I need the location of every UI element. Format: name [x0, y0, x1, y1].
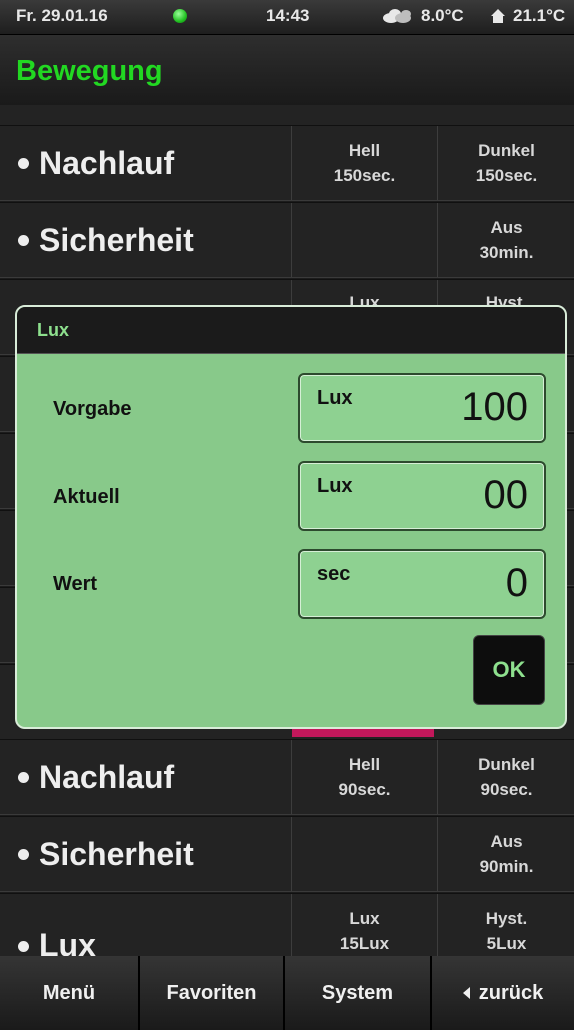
dialog-header: Lux	[17, 307, 565, 354]
list-item-label: Sicherheit	[0, 817, 290, 891]
row-title: Nachlauf	[39, 144, 175, 181]
cell-value: 90sec.	[480, 780, 533, 799]
cell-caption: Dunkel	[478, 141, 535, 160]
nav-label: zurück	[478, 981, 544, 1004]
value-cell-hell[interactable]: Hell 150sec.	[291, 126, 437, 200]
bullet-icon	[18, 234, 29, 246]
cloudy-weather-icon	[383, 9, 411, 23]
cell-caption: Hyst.	[485, 909, 528, 928]
list-item-sicherheit[interactable]: Sicherheit Aus 30min.	[0, 202, 574, 278]
value-cell-empty	[291, 203, 437, 277]
value-cell-aus[interactable]: Aus 30min.	[437, 203, 574, 277]
bullet-icon	[18, 771, 29, 783]
cell-caption: Lux	[349, 909, 380, 928]
list-item-nachlauf[interactable]: Nachlauf Hell 90sec. Dunkel 90sec.	[0, 739, 574, 815]
cell-value: 15Lux	[339, 934, 390, 953]
field-value: 0	[505, 561, 528, 605]
outdoor-temperature: 8.0°C	[381, 6, 464, 26]
wert-label: Wert	[53, 573, 98, 595]
list-item-label: Nachlauf	[0, 126, 290, 200]
list-item-label: Sicherheit	[0, 203, 290, 277]
cell-value: 5Lux	[486, 934, 527, 953]
title-bar: Bewegung	[0, 35, 574, 106]
nav-label: System	[321, 981, 394, 1004]
list-item-nachlauf[interactable]: Nachlauf Hell 150sec. Dunkel 150sec.	[0, 125, 574, 201]
value-cell-hell[interactable]: Hell 90sec.	[291, 740, 437, 814]
list-item-label: Nachlauf	[0, 740, 290, 814]
cell-value: 150sec.	[475, 166, 538, 185]
cell-caption: Aus	[490, 832, 523, 851]
dialog-title: Lux	[37, 320, 70, 340]
value-cell-dunkel[interactable]: Dunkel 90sec.	[437, 740, 574, 814]
nav-menu-button[interactable]: Menü	[0, 956, 140, 1030]
bullet-icon	[18, 848, 29, 860]
bullet-icon	[18, 941, 29, 952]
page-title: Bewegung	[16, 55, 163, 87]
bottom-nav: Menü Favoriten System zurück	[0, 956, 574, 1030]
cell-caption: Hell	[348, 755, 381, 774]
ok-button[interactable]: OK	[473, 635, 545, 705]
cell-value: 90min.	[479, 857, 534, 876]
cell-caption: Aus	[490, 218, 523, 237]
connection-status-dot-icon	[173, 9, 187, 23]
lux-dialog: Lux Vorgabe Lux 100 Aktuell Lux 00 Wert …	[15, 305, 567, 729]
value-cell-aus[interactable]: Aus 90min.	[437, 817, 574, 891]
value-cell-empty	[291, 817, 437, 891]
bullet-icon	[18, 157, 29, 169]
cell-value: 150sec.	[333, 166, 396, 185]
status-bar: Fr. 29.01.16 14:43 8.0°C 21.1°C	[0, 0, 574, 35]
house-icon	[491, 9, 505, 23]
cell-caption: Hell	[348, 141, 381, 160]
row-title: Sicherheit	[39, 835, 194, 872]
nav-system-button[interactable]: System	[285, 956, 432, 1030]
vorgabe-field[interactable]: Lux 100	[298, 373, 546, 443]
indoor-temperature: 21.1°C	[490, 6, 565, 26]
list-item-partial	[0, 105, 574, 126]
nav-label: Favoriten	[166, 981, 257, 1004]
field-unit: Lux	[317, 475, 353, 497]
value-cell-dunkel[interactable]: Dunkel 150sec.	[437, 126, 574, 200]
field-value: 00	[483, 473, 529, 517]
indoor-temp-value: 21.1°C	[513, 6, 566, 25]
cell-value: 30min.	[479, 243, 534, 262]
aktuell-label: Aktuell	[53, 486, 120, 508]
chevron-left-icon	[462, 987, 470, 999]
wert-field[interactable]: sec 0	[298, 549, 546, 619]
status-time: 14:43	[266, 6, 310, 25]
aktuell-field[interactable]: Lux 00	[298, 461, 546, 531]
field-unit: sec	[317, 563, 351, 585]
field-unit: Lux	[317, 387, 353, 409]
cell-value: 90sec.	[338, 780, 391, 799]
nav-back-button[interactable]: zurück	[432, 956, 574, 1030]
nav-label: Menü	[42, 981, 96, 1004]
list-item-sicherheit[interactable]: Sicherheit Aus 90min.	[0, 816, 574, 892]
row-title: Sicherheit	[39, 221, 194, 258]
status-date: Fr. 29.01.16	[16, 6, 108, 25]
nav-favorites-button[interactable]: Favoriten	[140, 956, 285, 1030]
field-value: 100	[461, 385, 528, 429]
row-title: Nachlauf	[39, 758, 175, 795]
cell-caption: Dunkel	[478, 755, 535, 774]
outdoor-temp-value: 8.0°C	[421, 6, 464, 25]
vorgabe-label: Vorgabe	[53, 398, 132, 420]
